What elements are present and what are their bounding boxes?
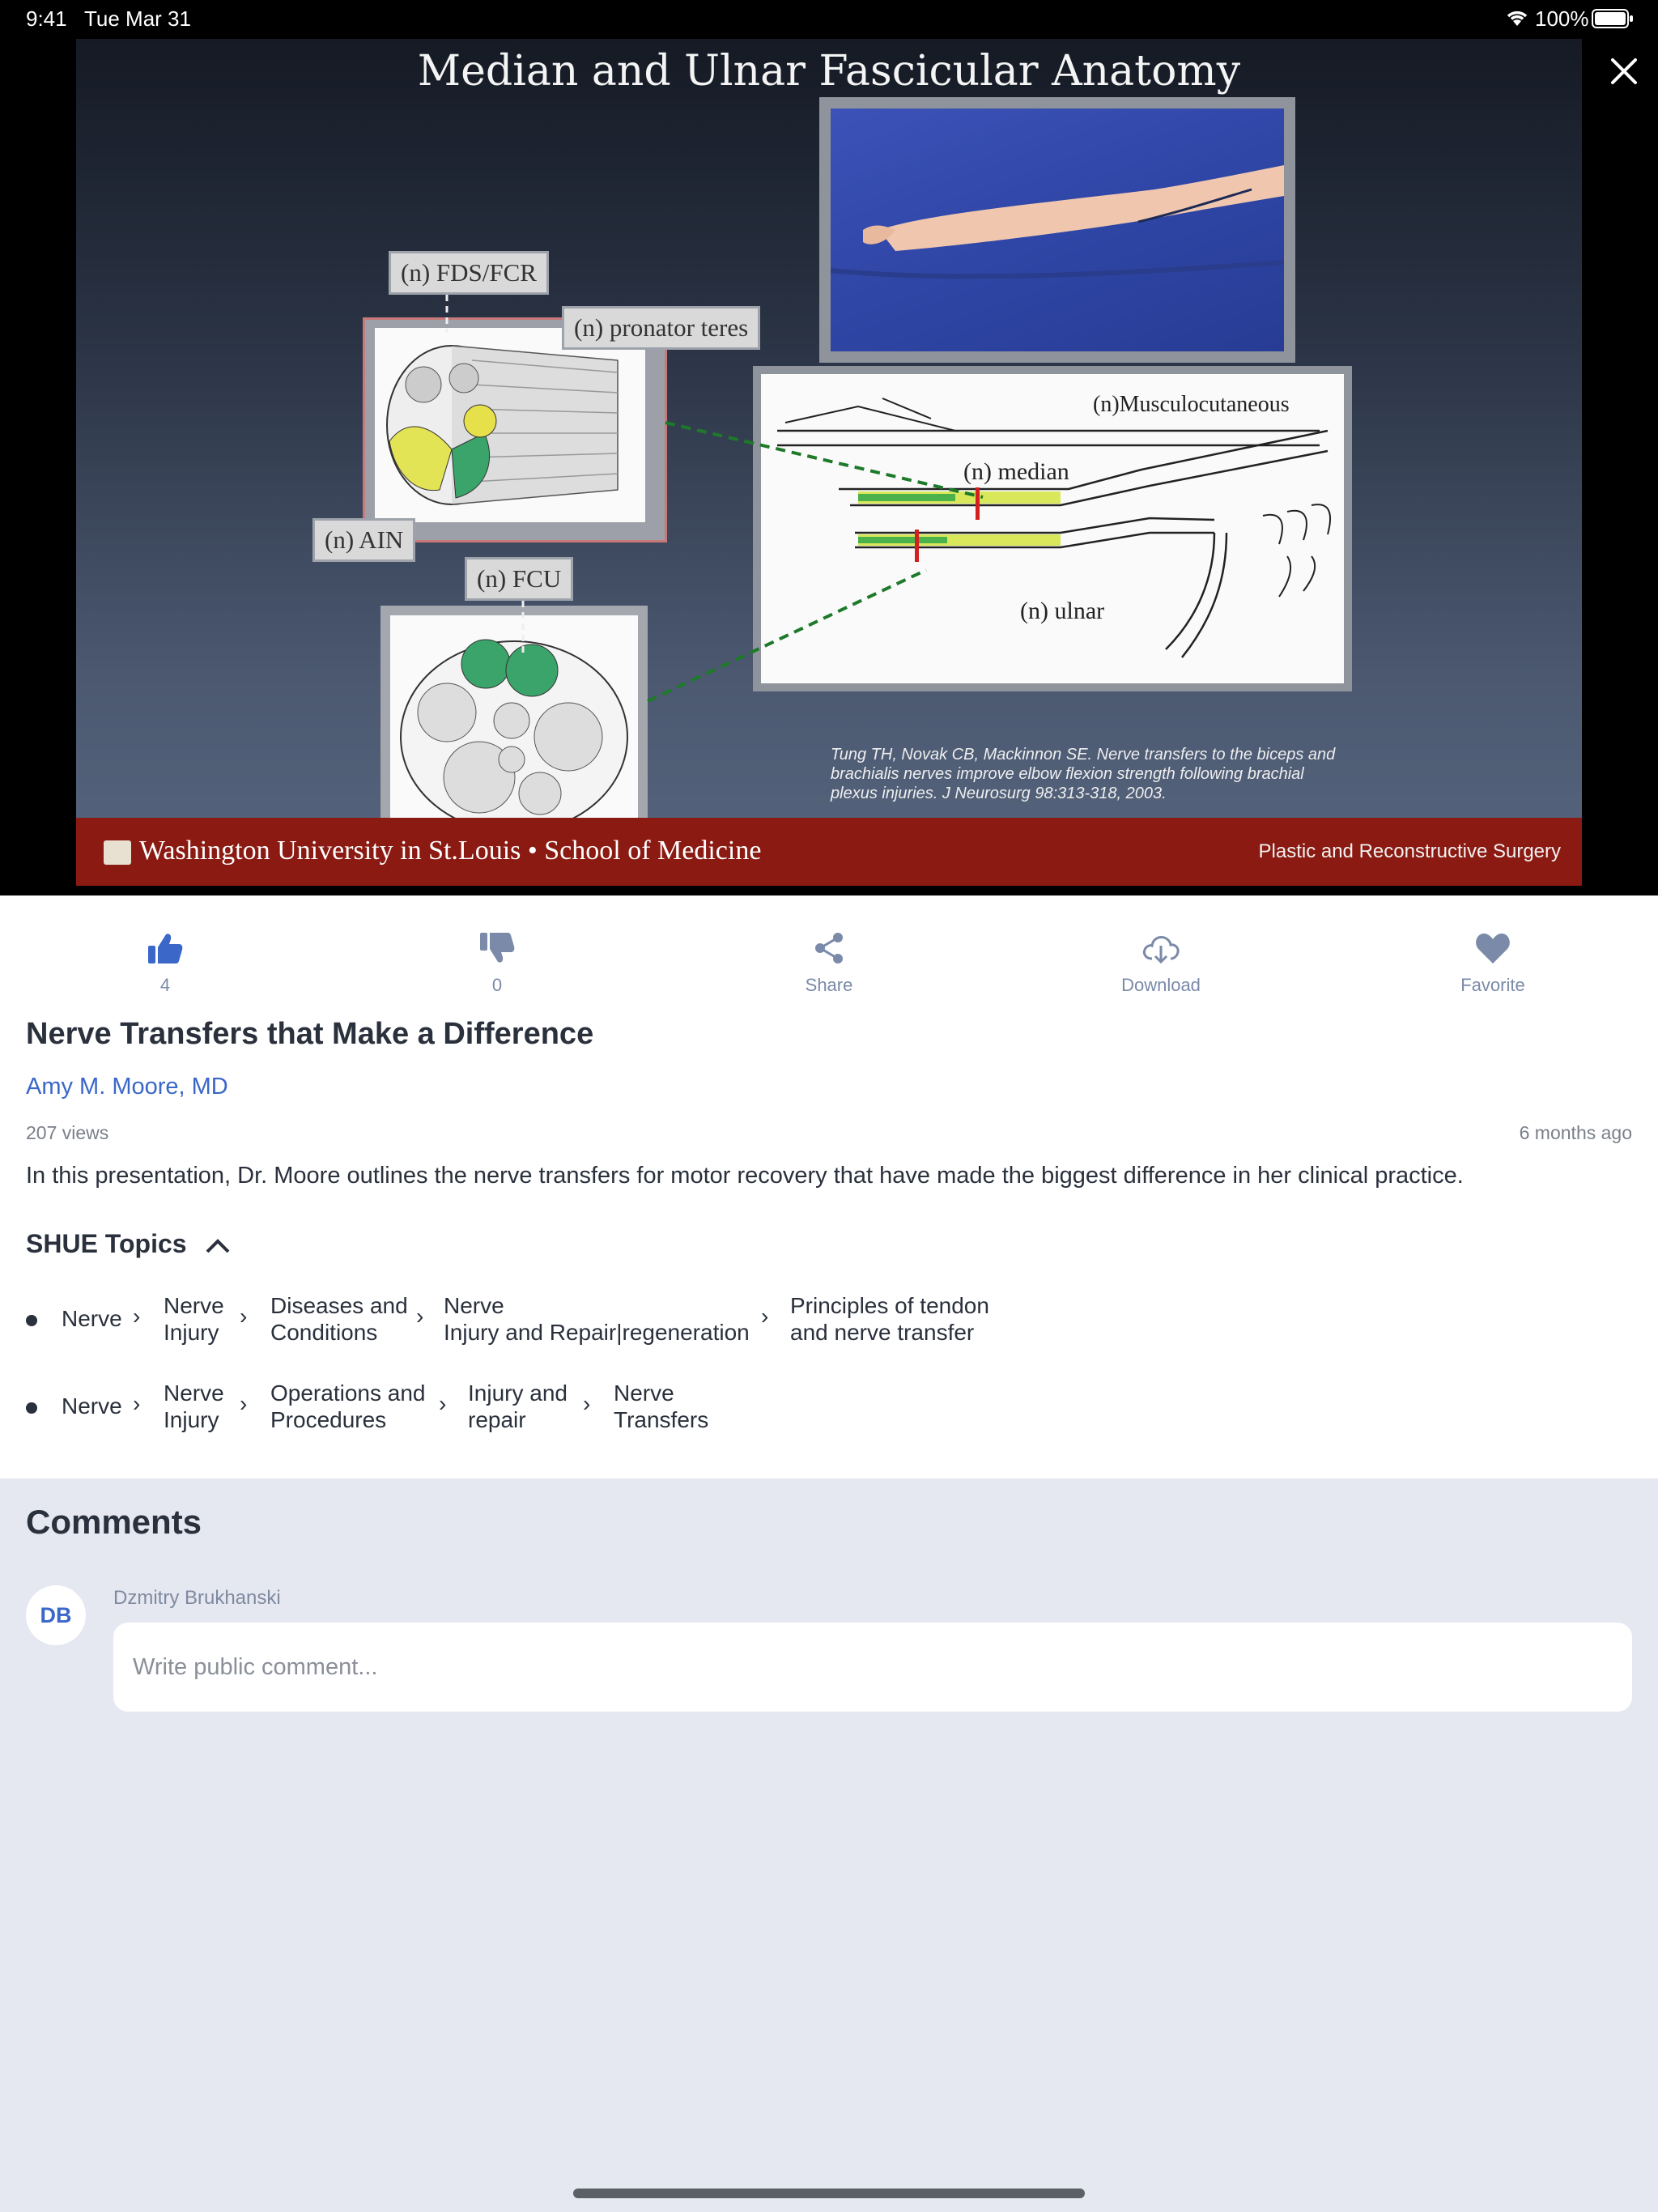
bullet-icon <box>26 1315 37 1326</box>
topic-path-2: Nerve › Nerve Injury › Operations and Pr… <box>26 1380 1078 1436</box>
avatar: DB <box>26 1585 86 1645</box>
slide-footer: Washington University in St.Louis • Scho… <box>76 818 1582 886</box>
slide-citation: Tung TH, Novak CB, Mackinnon SE. Nerve t… <box>831 746 1336 802</box>
favorite-button[interactable]: Favorite <box>1420 931 1566 996</box>
download-button[interactable]: Download <box>1088 931 1234 996</box>
cloud-download-icon <box>1141 936 1181 969</box>
slide-footer-right: Plastic and Reconstructive Surgery <box>1258 840 1562 862</box>
video-description: In this presentation, Dr. Moore outlines… <box>26 1163 1464 1189</box>
posted-date: 6 months ago <box>1519 1122 1632 1143</box>
topic-path-1: Nerve › Nerve Injury › Diseases and Cond… <box>26 1292 1078 1349</box>
avatar-initials: DB <box>40 1602 72 1627</box>
comment-input[interactable] <box>113 1623 1632 1712</box>
status-date: Tue Mar 31 <box>84 6 191 31</box>
slide-footer-left: Washington University in St.Louis • Scho… <box>139 836 762 866</box>
favorite-label: Favorite <box>1460 975 1525 995</box>
like-button[interactable]: 4 <box>92 931 238 996</box>
wifi-icon <box>1504 8 1530 28</box>
topic-crumb[interactable]: Principles of tendon and nerve transfer <box>790 1292 989 1346</box>
commenter-name: Dzmitry Brukhanski <box>113 1587 281 1609</box>
view-count: 207 views <box>26 1122 109 1143</box>
status-time: 9:41 <box>26 6 67 31</box>
topic-crumb[interactable]: Injury and repair <box>468 1380 568 1433</box>
chevron-right-icon: › <box>583 1391 591 1416</box>
chevron-up-icon <box>205 1231 231 1261</box>
presentation-slide: Median and Ulnar Fascicular Anatomy (n)M… <box>76 39 1582 886</box>
chevron-right-icon: › <box>240 1304 248 1329</box>
topic-crumb[interactable]: Nerve Injury <box>164 1380 224 1433</box>
topic-crumb[interactable]: Nerve <box>62 1305 122 1332</box>
heart-icon <box>1474 934 1511 969</box>
home-indicator[interactable] <box>573 2189 1085 2198</box>
like-count: 4 <box>159 975 171 995</box>
share-button[interactable]: Share <box>756 931 902 996</box>
topic-crumb[interactable]: Nerve Transfers <box>614 1380 708 1433</box>
thumbs-up-icon <box>147 934 184 969</box>
bullet-icon <box>26 1402 37 1414</box>
chevron-right-icon: › <box>133 1304 141 1329</box>
topic-crumb[interactable]: Operations and Procedures <box>270 1380 425 1433</box>
topic-crumb[interactable]: Nerve Injury <box>164 1292 224 1346</box>
download-label: Download <box>1121 975 1201 995</box>
university-crest-icon <box>104 840 131 865</box>
label-pronator-teres: (n) pronator teres <box>562 306 761 350</box>
close-icon[interactable] <box>1606 53 1642 89</box>
label-fds-fcr: (n) FDS/FCR <box>389 251 549 295</box>
thumbs-down-icon <box>478 933 516 969</box>
topic-crumb[interactable]: Nerve Injury and Repair|regeneration <box>444 1292 750 1346</box>
chevron-right-icon: › <box>133 1391 141 1416</box>
chevron-right-icon: › <box>240 1391 248 1416</box>
label-ain: (n) AIN <box>312 518 416 562</box>
comments-heading: Comments <box>26 1503 202 1541</box>
battery-icon <box>1592 9 1634 28</box>
dislike-count: 0 <box>491 975 503 995</box>
share-label: Share <box>805 975 853 995</box>
battery-percent: 100% <box>1535 6 1589 31</box>
share-icon <box>812 933 846 969</box>
chevron-right-icon: › <box>761 1304 769 1329</box>
author-link[interactable]: Amy M. Moore, MD <box>26 1074 228 1100</box>
chevron-right-icon: › <box>439 1391 447 1416</box>
topics-heading: SHUE Topics <box>26 1229 187 1258</box>
label-fcu: (n) FCU <box>465 557 574 601</box>
topic-crumb[interactable]: Nerve <box>62 1393 122 1419</box>
topics-toggle[interactable]: SHUE Topics <box>26 1229 231 1261</box>
topic-crumb[interactable]: Diseases and Conditions <box>270 1292 408 1346</box>
chevron-right-icon: › <box>416 1304 424 1329</box>
video-title: Nerve Transfers that Make a Difference <box>26 1017 594 1051</box>
dislike-button[interactable]: 0 <box>424 931 570 996</box>
